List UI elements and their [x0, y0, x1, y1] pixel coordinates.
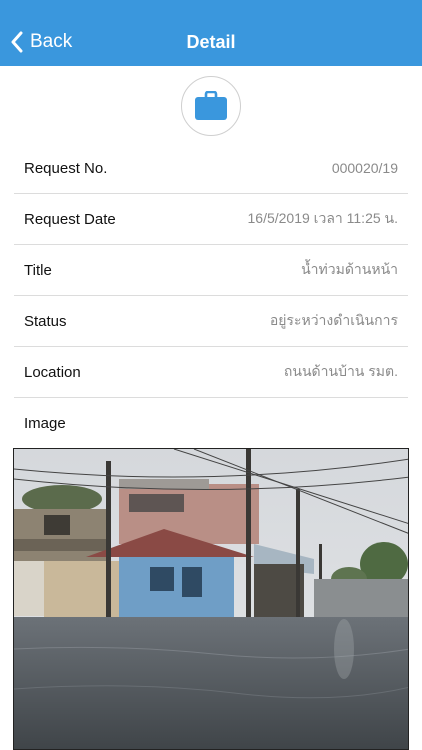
request-date-row: Request Date 16/5/2019 เวลา 11:25 น. — [14, 194, 408, 245]
location-row: Location ถนนด้านบ้าน รมต. — [14, 347, 408, 398]
detail-list: Request No. 000020/19 Request Date 16/5/… — [0, 143, 422, 449]
request-no-row: Request No. 000020/19 — [14, 143, 408, 194]
field-label: Title — [24, 261, 52, 279]
field-value: อยู่ระหว่างดำเนินการ — [269, 312, 398, 328]
field-value: 000020/19 — [331, 160, 398, 176]
field-label: Request No. — [24, 159, 108, 177]
title-row: Title น้ำท่วมด้านหน้า — [14, 245, 408, 296]
field-value: น้ำท่วมด้านหน้า — [301, 261, 398, 277]
field-label: Location — [24, 363, 81, 381]
image-label: Image — [24, 415, 66, 432]
page-title: Detail — [186, 31, 236, 52]
category-badge — [181, 76, 241, 136]
image-row: Image — [14, 398, 408, 449]
field-label: Status — [24, 312, 67, 330]
status-row: Status อยู่ระหว่างดำเนินการ — [14, 296, 408, 347]
briefcase-icon — [195, 91, 227, 120]
request-photo[interactable] — [13, 448, 409, 750]
field-value: ถนนด้านบ้าน รมต. — [283, 363, 398, 379]
flooded-street-photo — [14, 449, 408, 749]
navigation-bar: Back Detail — [0, 0, 422, 66]
field-value: 16/5/2019 เวลา 11:25 น. — [247, 210, 399, 226]
field-label: Request Date — [24, 210, 116, 228]
